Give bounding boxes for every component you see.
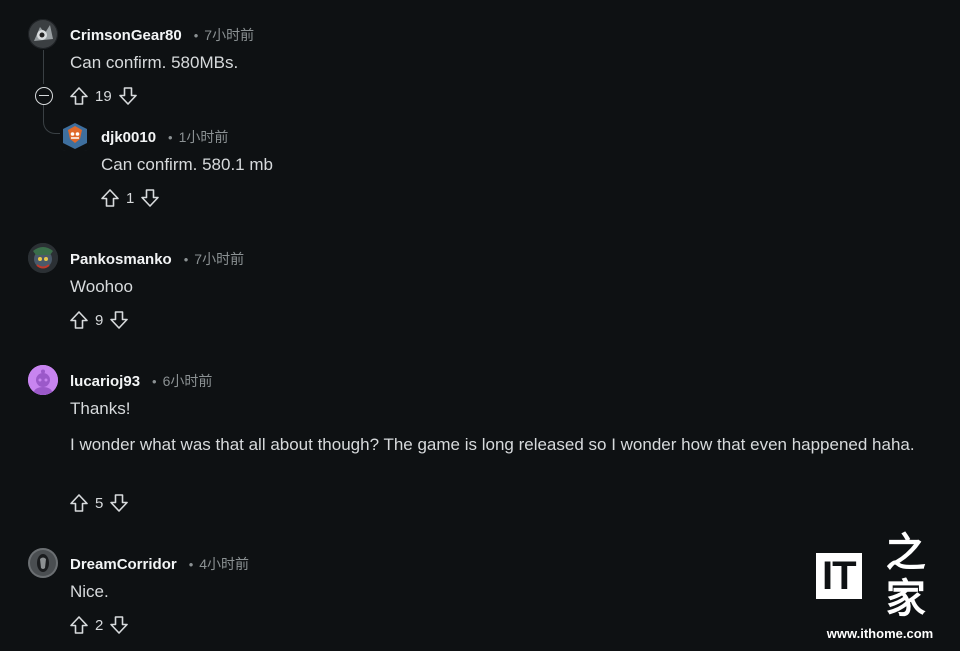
downvote-button[interactable] <box>139 187 161 209</box>
avatar-image <box>28 19 58 49</box>
comment-meta: djk0010 • 1小时前 <box>101 127 228 147</box>
comment-time[interactable]: 7小时前 <box>194 249 244 269</box>
upvote-icon <box>70 311 88 329</box>
comment-time[interactable]: 1小时前 <box>179 127 229 147</box>
comment-body: Thanks! <box>70 399 131 418</box>
downvote-icon <box>110 311 129 329</box>
comment-body: I wonder what was that all about though?… <box>70 435 915 454</box>
upvote-button[interactable] <box>68 309 90 331</box>
upvote-button[interactable] <box>99 187 121 209</box>
upvote-icon <box>70 616 88 634</box>
vote-score: 9 <box>95 311 104 329</box>
author-name[interactable]: Pankosmanko <box>70 251 172 268</box>
meta-separator: • <box>193 27 199 43</box>
avatar[interactable] <box>28 365 58 395</box>
author-name[interactable]: DreamCorridor <box>70 556 177 573</box>
downvote-button[interactable] <box>108 614 130 636</box>
comment-meta: CrimsonGear80 • 7小时前 <box>70 25 254 45</box>
avatar[interactable] <box>28 19 58 49</box>
vote-score: 5 <box>95 494 104 512</box>
comment-body: Woohoo <box>70 277 134 296</box>
watermark-logo-chinese: 之家 <box>885 530 926 622</box>
vote-actions: 5 <box>68 491 130 515</box>
avatar-image <box>28 548 58 578</box>
vote-actions: 1 <box>99 186 161 210</box>
comment-meta: Pankosmanko • 7小时前 <box>70 249 244 269</box>
avatar[interactable] <box>60 121 90 151</box>
author-name[interactable]: lucarioj93 <box>70 373 140 390</box>
watermark-url: www.ithome.com <box>826 626 934 641</box>
meta-separator: • <box>188 556 194 572</box>
upvote-icon <box>101 189 119 207</box>
meta-separator: • <box>183 251 189 267</box>
vote-actions: 19 <box>68 84 139 108</box>
downvote-button[interactable] <box>117 85 139 107</box>
upvote-button[interactable] <box>68 85 90 107</box>
downvote-icon <box>141 189 160 207</box>
comment-time[interactable]: 4小时前 <box>199 554 249 574</box>
ithome-watermark: IT 之家 www.ithome.com <box>816 530 944 641</box>
vote-actions: 2 <box>68 613 130 637</box>
downvote-icon <box>110 494 129 512</box>
thread-line <box>43 50 44 84</box>
vote-actions: 9 <box>68 308 130 332</box>
comment-meta: DreamCorridor • 4小时前 <box>70 554 249 574</box>
avatar-image <box>60 121 90 151</box>
comment-body: Nice. <box>70 582 109 601</box>
thread-line <box>43 105 44 115</box>
avatar-image <box>28 365 58 395</box>
upvote-icon <box>70 87 88 105</box>
upvote-icon <box>70 494 88 512</box>
comment-body: Can confirm. 580.1 mb <box>101 155 273 174</box>
meta-separator: • <box>168 129 173 145</box>
watermark-logo: IT 之家 <box>816 530 944 622</box>
vote-score: 19 <box>95 87 112 105</box>
downvote-icon <box>118 87 137 105</box>
comment-time[interactable]: 7小时前 <box>204 25 254 45</box>
avatar[interactable] <box>28 243 58 273</box>
comment-time[interactable]: 6小时前 <box>163 371 213 391</box>
downvote-icon <box>110 616 129 634</box>
upvote-button[interactable] <box>68 614 90 636</box>
meta-separator: • <box>152 373 157 389</box>
vote-score: 1 <box>126 189 135 207</box>
downvote-button[interactable] <box>108 492 130 514</box>
watermark-logo-it: IT <box>816 553 862 599</box>
collapse-thread-button[interactable] <box>35 87 53 105</box>
avatar-image <box>28 243 58 273</box>
comment-meta: lucarioj93 • 6小时前 <box>70 371 212 391</box>
author-name[interactable]: djk0010 <box>101 129 156 146</box>
comment-body: Can confirm. 580MBs. <box>70 53 239 72</box>
comment-thread: CrimsonGear80 • 7小时前 Can confirm. 580MBs… <box>0 0 960 651</box>
avatar[interactable] <box>28 548 58 578</box>
upvote-button[interactable] <box>68 492 90 514</box>
vote-score: 2 <box>95 616 104 634</box>
author-name[interactable]: CrimsonGear80 <box>70 27 182 44</box>
downvote-button[interactable] <box>108 309 130 331</box>
